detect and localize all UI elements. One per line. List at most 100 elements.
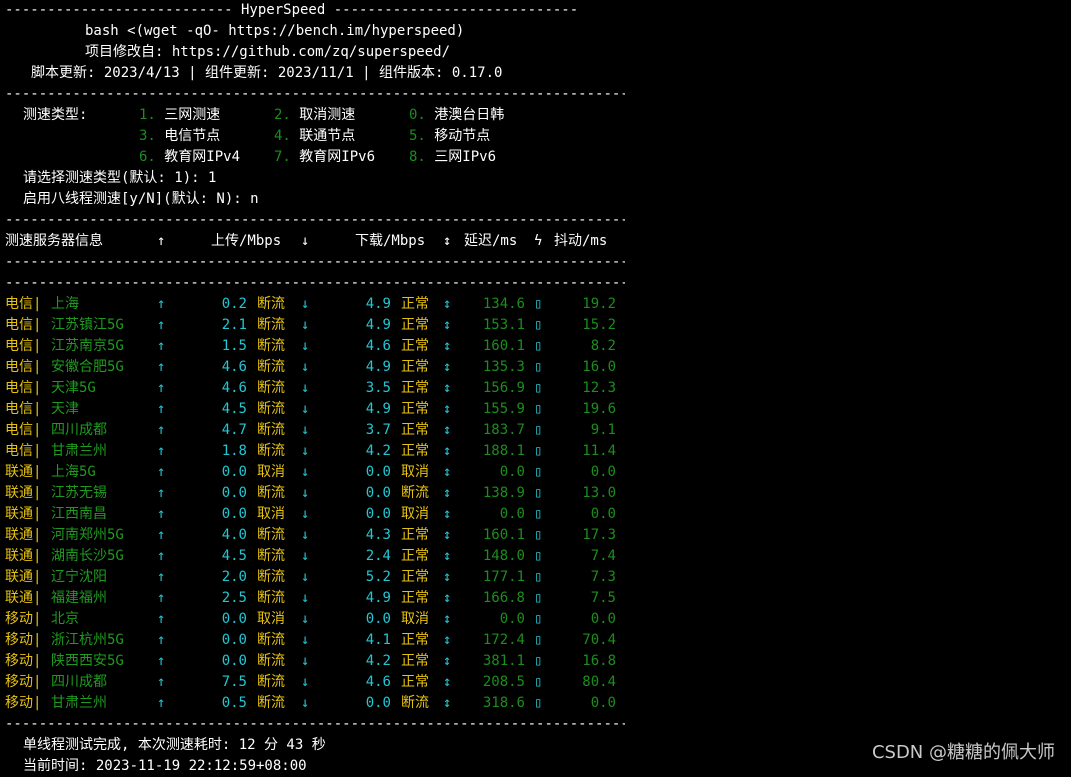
latency-value: 155.9 — [482, 401, 525, 417]
table-row: 联通 | 福建福州 ↑ 2.5 断流 ↓ 4.9 正常 ↕ 166.8 ▯ 7.5 — [5, 588, 625, 609]
download-value: 5.2 — [365, 569, 391, 585]
jitter-value: 8.2 — [590, 338, 616, 354]
isp-label: 联通 — [5, 569, 33, 585]
latency-value: 381.1 — [482, 653, 525, 669]
table-row: 联通 | 辽宁沈阳 ↑ 2.0 断流 ↓ 5.2 正常 ↕ 177.1 ▯ 7.3 — [5, 567, 625, 588]
header-jitter: 抖动/ms — [554, 233, 608, 249]
city-label: 江苏南京5G — [51, 338, 124, 354]
updown-arrow-icon: ↕ — [443, 674, 452, 690]
prompt-test-type: 请选择测速类型(默认: 1): 1 — [5, 168, 625, 189]
upload-status: 断流 — [257, 548, 285, 564]
isp-label: 联通 — [5, 464, 33, 480]
jitter-value: 0.0 — [590, 506, 616, 522]
table-row: 联通 | 湖南长沙5G ↑ 4.5 断流 ↓ 2.4 正常 ↕ 148.0 ▯ 7.4 — [5, 546, 625, 567]
up-arrow-icon: ↑ — [157, 380, 166, 396]
box-icon: ▯ — [534, 548, 543, 564]
box-icon: ▯ — [534, 401, 543, 417]
isp-label: 电信 — [5, 401, 33, 417]
menu-row-1: 测速类型: 1. 三网测速 2. 取消测速 0. 港澳台日韩 — [5, 105, 625, 126]
separator-bar: | — [33, 611, 42, 627]
updown-arrow-icon: ↕ — [443, 611, 452, 627]
download-value: 4.2 — [365, 443, 391, 459]
download-status: 正常 — [401, 674, 429, 690]
separator-bar: | — [33, 632, 42, 648]
city-label: 湖南长沙5G — [51, 548, 124, 564]
table-row: 移动 | 浙江杭州5G ↑ 0.0 断流 ↓ 4.1 正常 ↕ 172.4 ▯ 70.4 — [5, 630, 625, 651]
download-status: 正常 — [401, 401, 429, 417]
separator-bar: | — [33, 506, 42, 522]
city-label: 四川成都 — [51, 674, 107, 690]
download-value: 4.6 — [365, 674, 391, 690]
box-icon: ▯ — [534, 611, 543, 627]
menu-option-7: 7. 教育网IPv6 — [274, 149, 376, 165]
down-arrow-icon: ↓ — [301, 296, 310, 312]
city-label: 辽宁沈阳 — [51, 569, 107, 585]
table-row: 移动 | 北京 ↑ 0.0 取消 ↓ 0.0 取消 ↕ 0.0 ▯ 0.0 — [5, 609, 625, 630]
box-icon: ▯ — [534, 569, 543, 585]
upload-value: 2.5 — [221, 590, 247, 606]
terminal-output: --------------------------- HyperSpeed -… — [5, 0, 625, 777]
separator-bar: | — [33, 422, 42, 438]
isp-label: 电信 — [5, 422, 33, 438]
box-icon: ▯ — [534, 359, 543, 375]
table-row: 移动 | 四川成都 ↑ 7.5 断流 ↓ 4.6 正常 ↕ 208.5 ▯ 80.4 — [5, 672, 625, 693]
isp-label: 移动 — [5, 695, 33, 711]
upload-status: 取消 — [257, 506, 285, 522]
separator: ----------------------------------------… — [5, 716, 625, 732]
up-arrow-icon: ↑ — [157, 422, 166, 438]
download-status: 正常 — [401, 359, 429, 375]
updown-arrow-icon: ↕ — [443, 590, 452, 606]
isp-label: 移动 — [5, 632, 33, 648]
download-status: 正常 — [401, 569, 429, 585]
prompt-threads-text: 启用八线程测速[y/N](默认: N): n — [23, 191, 259, 207]
latency-value: 172.4 — [482, 632, 525, 648]
updown-arrow-icon: ↕ — [443, 569, 452, 585]
menu-option-3: 3. 电信节点 — [139, 128, 221, 144]
down-arrow-icon: ↓ — [301, 443, 310, 459]
upload-value: 2.0 — [221, 569, 247, 585]
download-status: 正常 — [401, 632, 429, 648]
banner-title-line: --------------------------- HyperSpeed -… — [5, 2, 579, 18]
download-status: 取消 — [401, 464, 429, 480]
upload-value: 0.0 — [221, 464, 247, 480]
jitter-value: 15.2 — [582, 317, 616, 333]
separator-bar: | — [33, 590, 42, 606]
separator-bar: | — [33, 653, 42, 669]
isp-label: 联通 — [5, 506, 33, 522]
upload-status: 断流 — [257, 653, 285, 669]
upload-status: 断流 — [257, 527, 285, 543]
jitter-value: 0.0 — [590, 695, 616, 711]
up-arrow-icon: ↑ — [157, 317, 166, 333]
jitter-value: 9.1 — [590, 422, 616, 438]
download-value: 4.9 — [365, 401, 391, 417]
prompt-threads: 启用八线程测速[y/N](默认: N): n — [5, 189, 625, 210]
download-status: 正常 — [401, 317, 429, 333]
down-arrow-icon: ↓ — [301, 359, 310, 375]
download-status: 正常 — [401, 338, 429, 354]
jitter-value: 70.4 — [582, 632, 616, 648]
download-value: 0.0 — [365, 464, 391, 480]
upload-status: 断流 — [257, 485, 285, 501]
table-row: 移动 | 甘肃兰州 ↑ 0.5 断流 ↓ 0.0 断流 ↕ 318.6 ▯ 0.0 — [5, 693, 625, 714]
up-arrow-icon: ↑ — [157, 611, 166, 627]
down-arrow-icon: ↓ — [301, 422, 310, 438]
updown-arrow-icon: ↕ — [443, 380, 452, 396]
results-table: 电信 | 上海 ↑ 0.2 断流 ↓ 4.9 正常 ↕ 134.6 ▯ 19.2 电信 | 江苏镇江5G ↑ 2.… — [5, 294, 625, 714]
download-value: 4.9 — [365, 359, 391, 375]
footer-time: 当前时间: 2023-11-19 22:12:59+08:00 — [5, 756, 625, 777]
upload-status: 断流 — [257, 359, 285, 375]
upload-value: 0.2 — [221, 296, 247, 312]
city-label: 北京 — [51, 611, 79, 627]
updown-arrow-icon: ↕ — [443, 233, 452, 249]
down-arrow-icon: ↓ — [301, 695, 310, 711]
city-label: 陕西西安5G — [51, 653, 124, 669]
latency-value: 0.0 — [499, 464, 525, 480]
menu-option-2: 2. 取消测速 — [274, 107, 356, 123]
city-label: 河南郑州5G — [51, 527, 124, 543]
banner-versions: 脚本更新: 2023/4/13 | 组件更新: 2023/11/1 | 组件版本… — [5, 63, 625, 84]
updown-arrow-icon: ↕ — [443, 317, 452, 333]
down-arrow-icon: ↓ — [301, 485, 310, 501]
updown-arrow-icon: ↕ — [443, 548, 452, 564]
updown-arrow-icon: ↕ — [443, 506, 452, 522]
city-label: 上海 — [51, 296, 79, 312]
